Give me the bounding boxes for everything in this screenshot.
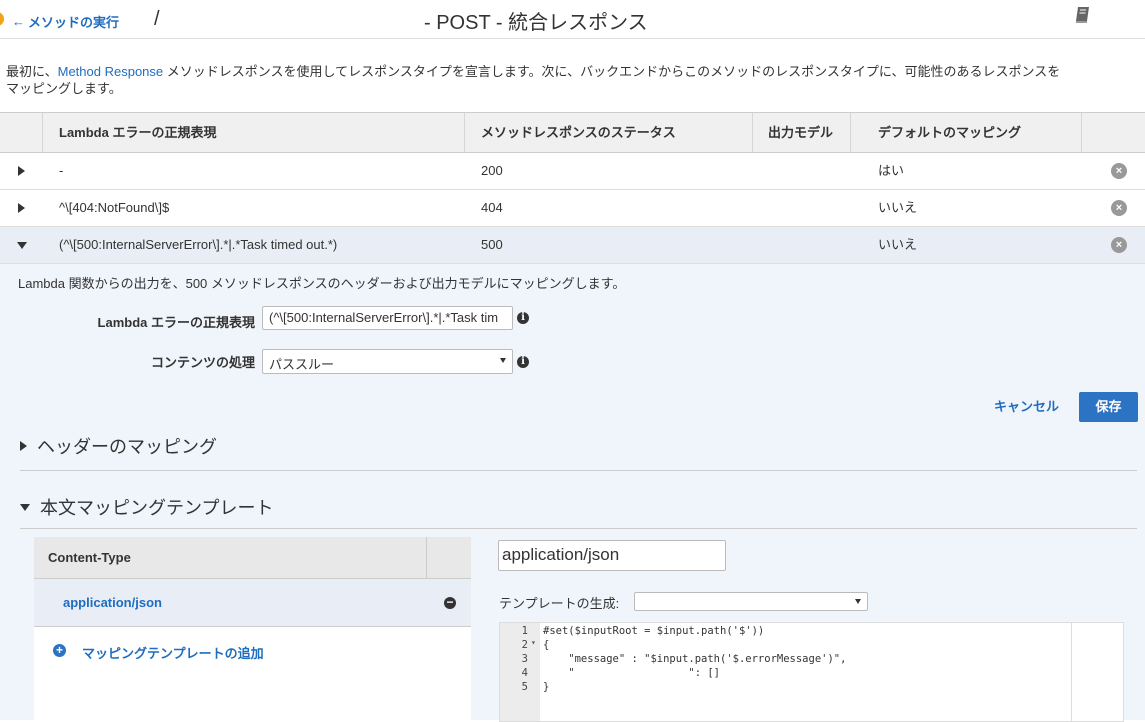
line-number: 3 (521, 653, 528, 665)
section-divider (20, 528, 1137, 529)
regex-label: Lambda エラーの正規表現 (97, 315, 255, 330)
table-row[interactable]: ^\[404:NotFound\]$ 404 いいえ × (0, 190, 1145, 227)
regex-input[interactable]: (^\[500:InternalServerError\].*|.*Task t… (262, 306, 513, 330)
page-title: - POST - 統合レスポンス (424, 12, 648, 34)
column-header-regex: Lambda エラーの正規表現 (59, 125, 217, 140)
remove-icon[interactable]: − (444, 596, 456, 609)
book-icon[interactable] (1074, 6, 1091, 24)
intro-text: 最初に、Method Response メソッドレスポンスを使用してレスポンスタ… (6, 64, 1061, 96)
line-number: 1 (521, 625, 528, 637)
content-type-header: Content-Type (34, 537, 471, 579)
table-row-selected[interactable]: (^\[500:InternalServerError\].*|.*Task t… (0, 227, 1145, 264)
row-regex: - (59, 163, 64, 178)
generate-template-select[interactable] (634, 592, 868, 611)
info-icon[interactable]: i (517, 356, 529, 368)
content-handling-label: コンテンツの処理 (150, 355, 255, 370)
row-regex: ^\[404:NotFound\]$ (59, 200, 170, 215)
code-line: } (543, 681, 550, 693)
header-mapping-toggle[interactable]: ヘッダーのマッピング (20, 433, 217, 459)
code-line: #set($inputRoot = $input.path('$')) (543, 625, 765, 637)
chevron-down-icon (855, 599, 861, 604)
delete-icon[interactable]: × (1111, 200, 1127, 216)
content-type-item-application-json[interactable]: application/json (34, 579, 471, 627)
detail-description: Lambda 関数からの出力を、500 メソッドレスポンスのヘッダーおよび出力モ… (18, 276, 626, 291)
back-to-method-execution-link[interactable]: ← メソッドの実行 (12, 12, 119, 31)
column-header-model: 出力モデル (768, 125, 834, 140)
code-line: " ": [] (543, 667, 721, 679)
expand-icon[interactable] (18, 166, 25, 176)
collapse-icon[interactable] (17, 242, 27, 249)
fold-icon[interactable]: ▾ (531, 638, 536, 647)
expand-icon[interactable] (18, 203, 25, 213)
content-handling-select[interactable]: パススルー (262, 349, 513, 374)
column-header-status: メソッドレスポンスのステータス (481, 125, 676, 140)
cancel-button[interactable]: キャンセル (994, 396, 1059, 415)
editor-print-margin (1071, 623, 1072, 721)
row-status: 500 (481, 237, 503, 252)
template-code-editor[interactable]: 1 #set($inputRoot = $input.path('$')) 2 … (499, 622, 1124, 722)
line-number: 2 (521, 639, 528, 651)
code-line: { (543, 639, 550, 651)
delete-icon[interactable]: × (1111, 163, 1127, 179)
code-line: "message" : "$input.path('$.errorMessage… (543, 653, 847, 665)
content-type-input[interactable]: application/json (498, 540, 726, 571)
generate-template-label: テンプレートの生成: (499, 596, 620, 611)
status-indicator (0, 12, 4, 26)
save-button[interactable]: 保存 (1079, 392, 1138, 422)
breadcrumb-separator: / (154, 8, 160, 30)
row-status: 200 (481, 163, 503, 178)
column-header-default: デフォルトのマッピング (878, 125, 1022, 140)
row-default: いいえ (878, 237, 918, 252)
line-number: 5 (521, 681, 528, 693)
back-link-label: メソッドの実行 (28, 15, 120, 30)
table-row[interactable]: - 200 はい × (0, 153, 1145, 190)
row-regex: (^\[500:InternalServerError\].*|.*Task t… (59, 237, 338, 252)
row-status: 404 (481, 200, 503, 215)
expand-icon (20, 441, 27, 451)
method-response-link[interactable]: Method Response (58, 64, 164, 79)
row-default: はい (878, 163, 905, 178)
section-divider (20, 470, 1137, 471)
row-default: いいえ (878, 200, 918, 215)
header-divider (0, 38, 1145, 39)
add-icon[interactable]: + (53, 644, 66, 657)
chevron-down-icon (500, 358, 506, 363)
add-mapping-template-link[interactable]: マッピングテンプレートの追加 (82, 643, 264, 662)
line-number: 4 (521, 667, 528, 679)
info-icon[interactable]: i (517, 312, 529, 324)
delete-icon[interactable]: × (1111, 237, 1127, 253)
body-mapping-toggle[interactable]: 本文マッピングテンプレート (20, 494, 273, 520)
collapse-icon (20, 503, 30, 511)
table-header: Lambda エラーの正規表現 メソッドレスポンスのステータス 出力モデル デフ… (0, 112, 1145, 153)
back-arrow-icon: ← (12, 14, 25, 29)
